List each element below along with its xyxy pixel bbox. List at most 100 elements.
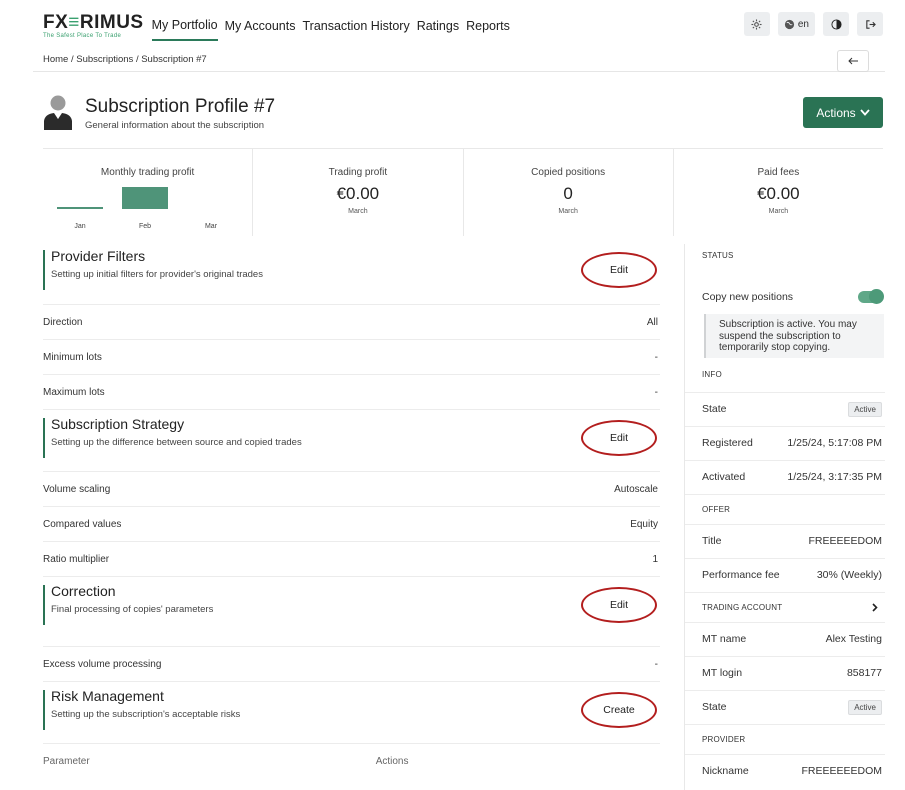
stat-value: €0.00	[336, 184, 380, 203]
section-accent-bar	[43, 585, 45, 625]
top-navbar: FX≡RIMUS The Safest Place To Trade My Po…	[0, 0, 905, 50]
stats-row: Monthly trading profit Jan Feb Mar Tradi…	[43, 148, 883, 236]
chart-bar-jan	[57, 207, 103, 209]
breadcrumb: Home / Subscriptions / Subscription #7	[43, 54, 207, 65]
chevron-down-icon	[859, 109, 870, 116]
breadcrumb-home[interactable]: Home	[43, 54, 68, 65]
table-row: Maximum lots -	[43, 374, 660, 409]
main-content: Provider Filters Setting up initial filt…	[43, 242, 660, 778]
copy-positions-toggle[interactable]	[858, 289, 884, 304]
monthly-profit-chart: Jan Feb Mar	[57, 187, 218, 230]
breadcrumb-subscriptions[interactable]: Subscriptions	[76, 54, 133, 65]
sidebar-heading-provider: PROVIDER	[685, 723, 885, 754]
nav-tools: en	[743, 12, 883, 36]
breadcrumb-current: Subscription #7	[141, 54, 207, 65]
breadcrumb-separator: /	[135, 54, 139, 65]
nav-my-accounts[interactable]: My Accounts	[225, 13, 296, 40]
risk-create-button[interactable]: Create	[578, 692, 660, 728]
info-state-row: State Active	[685, 391, 885, 426]
nav-reports[interactable]: Reports	[466, 13, 510, 40]
sidebar-heading-trading-account[interactable]: TRADING ACCOUNT	[685, 591, 885, 622]
table-row: Direction All	[43, 304, 660, 339]
stat-value: 0	[563, 184, 573, 203]
stat-label: Paid fees	[757, 167, 800, 178]
theme-contrast-icon	[830, 18, 842, 30]
status-note: Subscription is active. You may suspend …	[704, 314, 884, 358]
nav-transaction-history[interactable]: Transaction History	[302, 13, 409, 40]
section-title: Risk Management	[51, 688, 164, 704]
breadcrumb-separator: /	[70, 54, 74, 65]
section-accent-bar	[43, 250, 45, 290]
chart-bar-feb	[122, 187, 168, 209]
settings-button[interactable]	[743, 12, 770, 36]
stat-label: Copied positions	[531, 167, 606, 178]
strategy-edit-button[interactable]: Edit	[578, 420, 660, 456]
actions-label: Actions	[816, 105, 856, 120]
page-subtitle: General information about the subscripti…	[85, 120, 265, 131]
status-badge: Active	[848, 401, 882, 417]
sidebar-panel: STATUS Copy new positions Subscription i…	[684, 244, 885, 790]
sidebar-heading-info: INFO	[702, 370, 722, 379]
brand-logo[interactable]: FX≡RIMUS The Safest Place To Trade	[43, 13, 144, 39]
section-title: Subscription Strategy	[51, 416, 185, 432]
section-description: Setting up the difference between source…	[51, 437, 302, 448]
chart-label-jan: Jan	[74, 223, 85, 230]
theme-toggle-button[interactable]	[823, 12, 849, 36]
section-description: Setting up initial filters for provider'…	[51, 269, 263, 280]
actions-button[interactable]: Actions	[803, 97, 883, 128]
table-row: Compared values Equity	[43, 506, 660, 541]
stat-copied-positions: Copied positions 0 March	[464, 149, 674, 236]
column-header-parameter: Parameter	[43, 755, 90, 767]
section-title: Correction	[51, 583, 116, 599]
info-registered-row: Registered 1/25/24, 5:17:08 PM	[685, 425, 885, 460]
profile-header: Subscription Profile #7 General informat…	[43, 94, 883, 134]
trading-state-row: State Active	[685, 689, 885, 724]
section-accent-bar	[43, 690, 45, 730]
stat-period: March	[558, 208, 578, 215]
table-row: Minimum lots -	[43, 339, 660, 374]
section-provider-filters: Provider Filters Setting up initial filt…	[43, 242, 660, 304]
section-accent-bar	[43, 418, 45, 458]
stat-value: €0.00	[757, 184, 800, 203]
sidebar-heading-offer: OFFER	[685, 493, 885, 524]
table-row: Ratio multiplier 1	[43, 541, 660, 576]
section-subscription-strategy: Subscription Strategy Setting up the dif…	[43, 409, 660, 471]
stat-period: March	[768, 208, 789, 215]
chart-label-feb: Feb	[139, 223, 151, 230]
offer-title-row: Title FREEEEEDOM	[685, 523, 885, 558]
back-button[interactable]	[837, 50, 869, 72]
logout-icon	[865, 19, 876, 29]
stat-paid-fees: Paid fees €0.00 March	[674, 149, 883, 236]
stat-label: Trading profit	[328, 167, 388, 178]
risk-table-header: Parameter Actions	[43, 743, 660, 778]
nav-ratings[interactable]: Ratings	[417, 13, 459, 40]
main-nav: My Portfolio My Accounts Transaction His…	[151, 12, 510, 41]
stat-trading-profit: Trading profit €0.00 March	[253, 149, 464, 236]
avatar	[44, 95, 72, 130]
chevron-right-icon	[872, 602, 878, 612]
nav-my-portfolio[interactable]: My Portfolio	[151, 12, 218, 41]
column-header-actions: Actions	[375, 755, 409, 767]
page-title: Subscription Profile #7	[85, 96, 276, 117]
correction-edit-button[interactable]: Edit	[578, 587, 660, 623]
globe-icon	[784, 19, 794, 29]
section-correction: Correction Final processing of copies' p…	[43, 576, 660, 646]
language-label: en	[797, 18, 809, 30]
arrow-left-icon	[847, 57, 858, 65]
section-description: Setting up the subscription's acceptable…	[51, 709, 241, 720]
status-badge: Active	[848, 699, 882, 715]
stat-label: Monthly trading profit	[100, 167, 195, 178]
copy-positions-row: Copy new positions	[685, 280, 885, 314]
sidebar-heading-status: STATUS	[702, 250, 734, 260]
provider-filters-edit-button[interactable]: Edit	[578, 252, 660, 288]
info-activated-row: Activated 1/25/24, 3:17:35 PM	[685, 459, 885, 494]
breadcrumb-bar: Home / Subscriptions / Subscription #7	[33, 46, 885, 72]
section-risk-management: Risk Management Setting up the subscript…	[43, 681, 660, 743]
logout-button[interactable]	[857, 12, 883, 36]
section-title: Provider Filters	[51, 248, 146, 264]
section-description: Final processing of copies' parameters	[51, 604, 214, 615]
language-button[interactable]: en	[777, 12, 815, 36]
table-row: Volume scaling Autoscale	[43, 471, 660, 506]
mt-name-row: MT name Alex Testing	[685, 621, 885, 656]
chart-label-mar: Mar	[205, 223, 218, 230]
